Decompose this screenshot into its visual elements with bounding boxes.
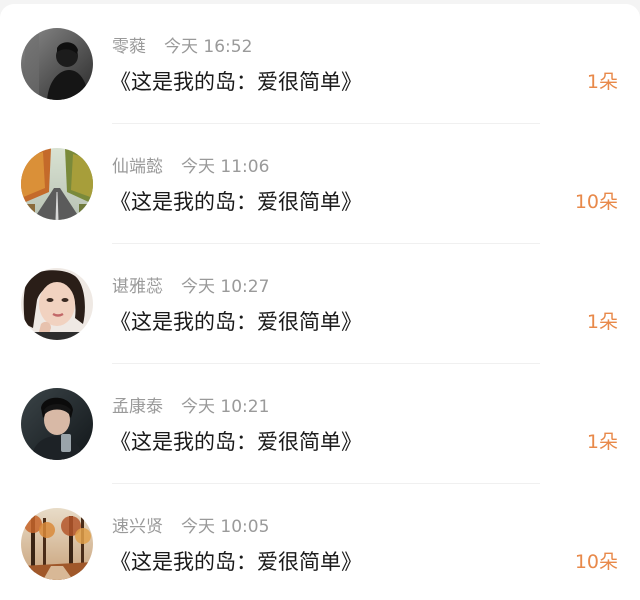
sender-name: 速兴贤 — [112, 517, 163, 537]
timestamp: 今天 11:06 — [181, 157, 270, 177]
item-title: 《这是我的岛：爱很简单》 — [110, 550, 362, 574]
timestamp: 今天 16:52 — [164, 37, 253, 57]
timestamp: 今天 10:21 — [181, 397, 270, 417]
woman-portrait-avatar-icon — [21, 268, 93, 340]
sender-name: 零蕤 — [112, 37, 146, 57]
flower-count: 1朵 — [586, 311, 618, 333]
flower-count: 10朵 — [574, 191, 618, 213]
item-title: 《这是我的岛：爱很简单》 — [110, 70, 362, 94]
flower-count: 10朵 — [574, 551, 618, 573]
user-avatar[interactable] — [21, 28, 93, 100]
item-title: 《这是我的岛：爱很简单》 — [110, 430, 362, 454]
list-item[interactable]: 谌雅蕊 今天 10:27 《这是我的岛：爱很简单》 1朵 — [0, 244, 640, 364]
flower-count: 1朵 — [586, 431, 618, 453]
sender-name: 仙端懿 — [112, 157, 163, 177]
dark-portrait-avatar-icon — [21, 28, 93, 100]
user-avatar[interactable] — [21, 508, 93, 580]
user-avatar[interactable] — [21, 268, 93, 340]
item-title: 《这是我的岛：爱很简单》 — [110, 190, 362, 214]
item-title: 《这是我的岛：爱很简单》 — [110, 310, 362, 334]
list-item[interactable]: 速兴贤 今天 10:05 《这是我的岛：爱很简单》 10朵 — [0, 484, 640, 600]
flower-count: 1朵 — [586, 71, 618, 93]
item-meta: 孟康泰 今天 10:21 — [112, 396, 269, 418]
item-meta: 谌雅蕊 今天 10:27 — [112, 276, 269, 298]
autumn-forest-avatar-icon — [21, 508, 93, 580]
item-meta: 仙端懿 今天 11:06 — [112, 156, 269, 178]
list-item[interactable]: 零蕤 今天 16:52 《这是我的岛：爱很简单》 1朵 — [0, 4, 640, 124]
item-meta: 零蕤 今天 16:52 — [112, 36, 252, 58]
timestamp: 今天 10:27 — [181, 277, 270, 297]
man-portrait-avatar-icon — [21, 388, 93, 460]
user-avatar[interactable] — [21, 148, 93, 220]
user-avatar[interactable] — [21, 388, 93, 460]
sender-name: 孟康泰 — [112, 397, 163, 417]
gift-list: 零蕤 今天 16:52 《这是我的岛：爱很简单》 1朵 仙端懿 今天 11:06… — [0, 4, 640, 600]
list-item[interactable]: 孟康泰 今天 10:21 《这是我的岛：爱很简单》 1朵 — [0, 364, 640, 484]
item-meta: 速兴贤 今天 10:05 — [112, 516, 269, 538]
list-item[interactable]: 仙端懿 今天 11:06 《这是我的岛：爱很简单》 10朵 — [0, 124, 640, 244]
sender-name: 谌雅蕊 — [112, 277, 163, 297]
timestamp: 今天 10:05 — [181, 517, 270, 537]
autumn-road-avatar-icon — [21, 148, 93, 220]
